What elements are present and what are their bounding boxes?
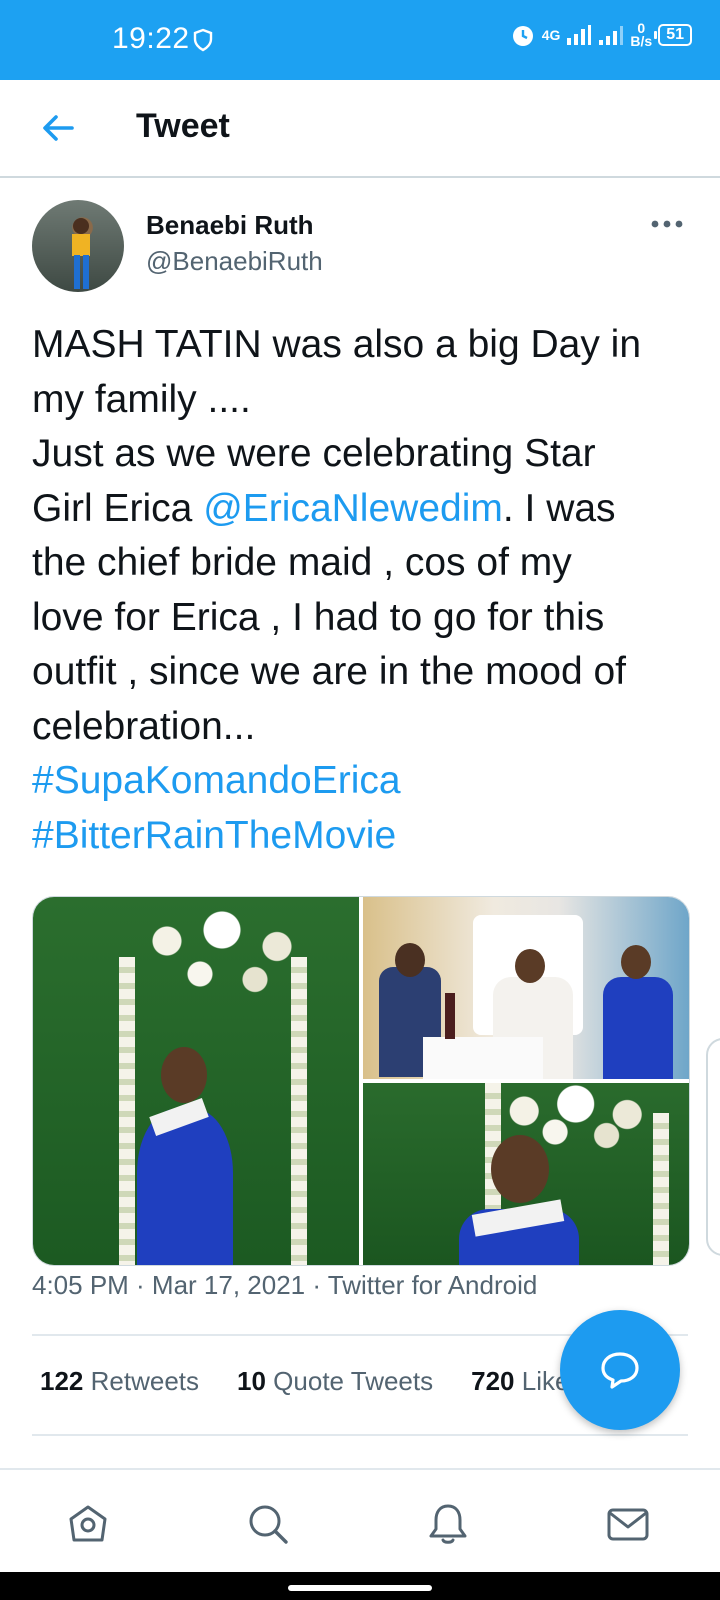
signal-icon-2 [599, 26, 624, 45]
retweets-count: 122 [40, 1366, 84, 1396]
tweet-line-text: Girl Erica [32, 486, 204, 530]
battery-indicator: 51 [654, 24, 692, 46]
avatar[interactable] [32, 200, 124, 292]
divider [32, 1434, 688, 1436]
bridesmaid-head [621, 945, 651, 979]
flower-vine [119, 957, 135, 1265]
page-title: Tweet [136, 107, 230, 145]
status-time: 19:22 [112, 22, 190, 55]
system-nav-bar [0, 1572, 720, 1600]
flower-vine [653, 1113, 669, 1265]
person-head [491, 1135, 549, 1203]
avatar-figure [72, 218, 90, 289]
reply-bubble-icon [601, 1352, 639, 1389]
home-gesture-pill[interactable] [288, 1585, 432, 1591]
top-app-bar: Tweet [0, 80, 720, 178]
photo-2[interactable] [363, 897, 689, 1079]
network-type: 4G [541, 26, 561, 43]
search-icon[interactable] [246, 1502, 290, 1546]
alarm-icon [512, 26, 533, 46]
arrow-left-icon[interactable] [36, 106, 80, 150]
data-rate-unit: B/s [630, 33, 653, 49]
tweet-line: celebration... [32, 704, 256, 748]
quotes-count: 10 [237, 1366, 266, 1396]
tweet-line-text: . I was [502, 486, 616, 530]
retweets-label: Retweets [90, 1366, 200, 1396]
groom-head [395, 943, 425, 977]
photo-3[interactable] [363, 1083, 689, 1265]
signal-icon [567, 25, 592, 45]
tweet-line: MASH TATIN was also a big Day in [32, 323, 642, 366]
status-icons: 4G 0 B/s 51 [510, 21, 692, 49]
wine-bottle [445, 993, 455, 1039]
data-rate: 0 B/s [630, 21, 653, 49]
flower-vine [291, 957, 307, 1265]
hashtag-link[interactable]: #BitterRainTheMovie [32, 809, 692, 864]
tweet-line: Just as we were celebrating Star [32, 432, 596, 475]
quote-tweets-stat[interactable]: 10 Quote Tweets [237, 1366, 433, 1397]
tweet-line: my family .... [32, 377, 251, 421]
status-bar: 19:22 4G 0 B/s 51 [0, 0, 720, 80]
home-icon[interactable] [66, 1502, 110, 1546]
more-horizontal-icon[interactable] [648, 214, 688, 234]
bride-head [515, 949, 545, 983]
bell-icon[interactable] [426, 1502, 470, 1546]
mention-link[interactable]: @EricaNlewedim [203, 487, 503, 530]
tweet-timestamp[interactable]: 4:05 PM · Mar 17, 2021 · Twitter for And… [32, 1270, 537, 1301]
tweet-line-with-mention: Girl Erica @EricaNlewedim. I was [32, 482, 692, 537]
retweets-stat[interactable]: 122 Retweets [40, 1366, 199, 1397]
table [423, 1037, 543, 1079]
mail-icon[interactable] [606, 1502, 650, 1546]
reply-fab[interactable] [560, 1310, 680, 1430]
tweet-stats: 122 Retweets 10 Quote Tweets 720 Likes [40, 1366, 582, 1397]
quotes-label: Quote Tweets [273, 1366, 434, 1396]
tweet-line: the chief bride maid , cos of my [32, 541, 572, 584]
person-head [161, 1047, 207, 1103]
bridesmaid [603, 977, 673, 1079]
tweet-line: outfit , since we are in the mood of [32, 650, 626, 693]
bottom-nav [0, 1468, 720, 1574]
photo-1[interactable] [33, 897, 359, 1265]
author-handle[interactable]: @BenaebiRuth [146, 246, 323, 277]
tweet-line: love for Erica , I had to go for this [32, 595, 605, 639]
tweet-text: MASH TATIN was also a big Day in my fami… [32, 318, 692, 863]
hashtag-link[interactable]: #SupaKomandoErica [32, 754, 692, 809]
media-grid [32, 896, 690, 1266]
author-name[interactable]: Benaebi Ruth [146, 210, 314, 241]
blue-dress [137, 1109, 233, 1265]
edge-panel-handle[interactable] [706, 1038, 720, 1256]
flower-arch [123, 897, 343, 1007]
shield-icon [193, 28, 213, 52]
likes-count: 720 [471, 1366, 515, 1396]
